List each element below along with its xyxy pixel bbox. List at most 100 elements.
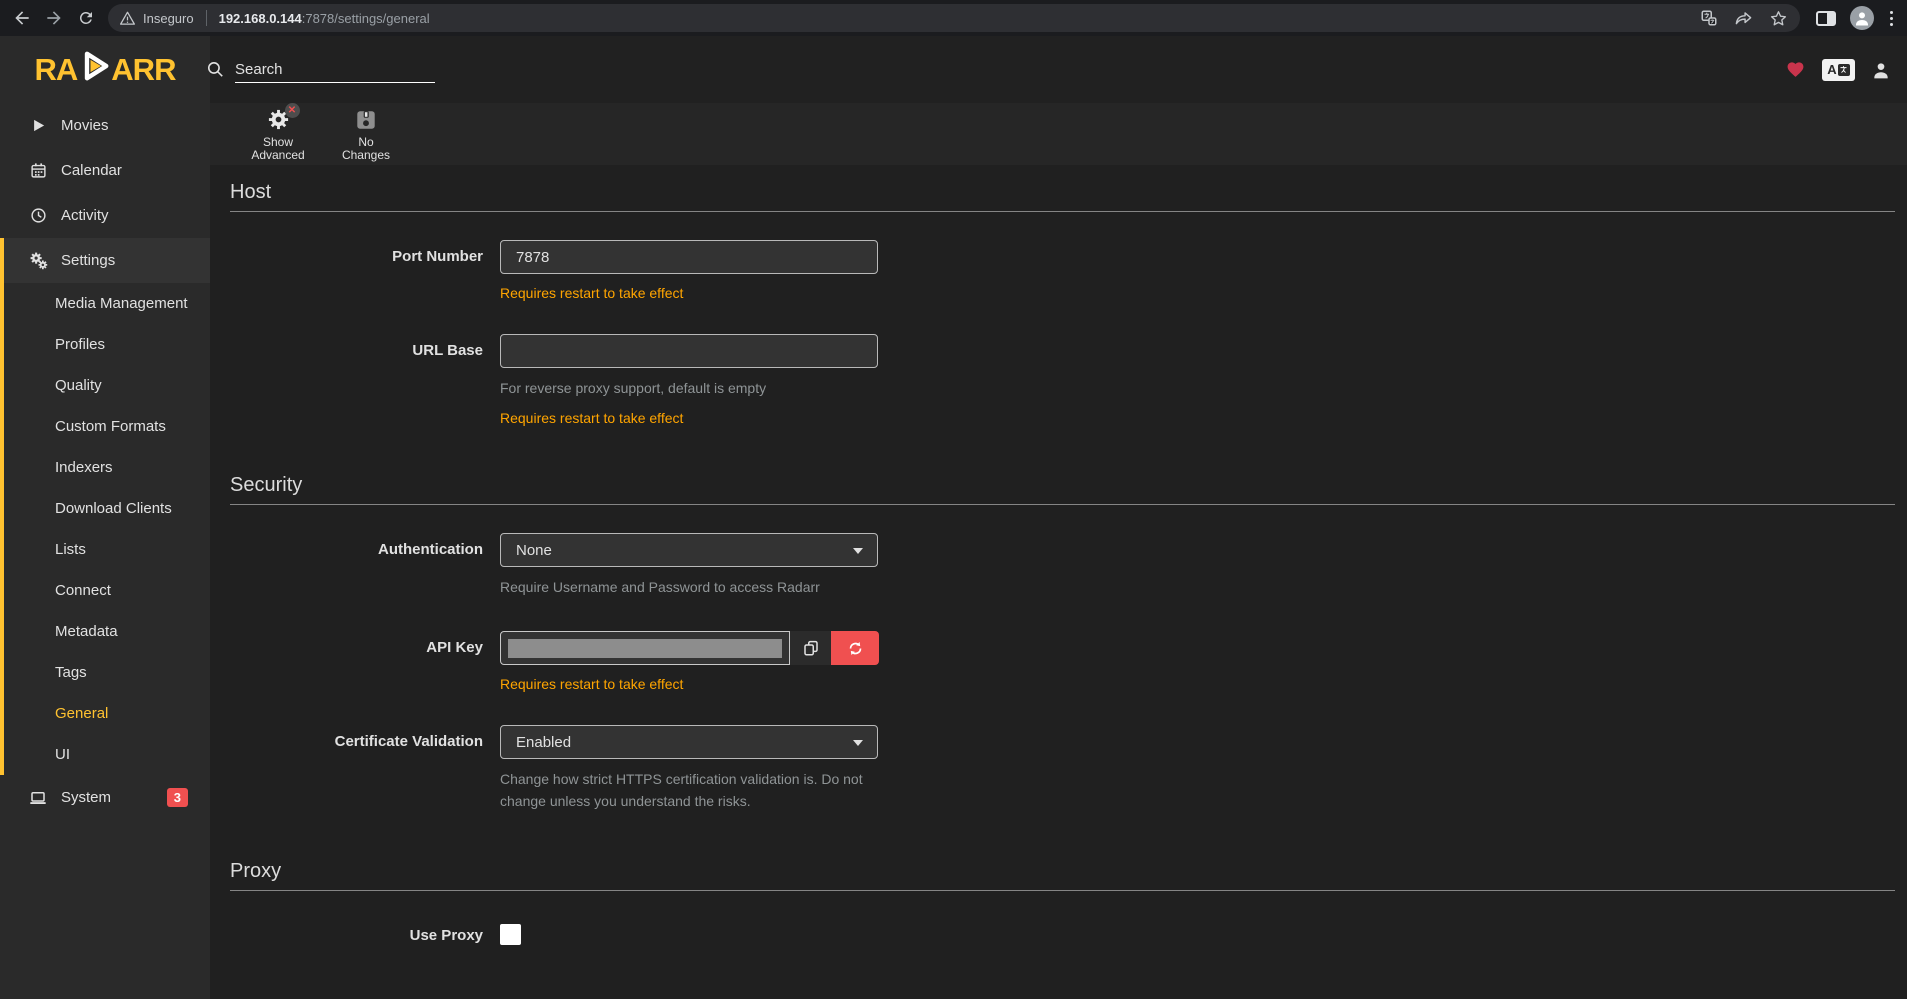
sidebar-item-general[interactable]: General <box>4 693 210 734</box>
sidebar-item-quality[interactable]: Quality <box>4 365 210 406</box>
gears-icon <box>28 251 48 270</box>
sidebar-item-media-management[interactable]: Media Management <box>4 283 210 324</box>
user-icon[interactable] <box>1871 60 1891 80</box>
settings-general-page: Host Port Number Requires restart to tak… <box>210 165 1907 999</box>
logo-text-right: ARR <box>111 52 175 88</box>
bookmark-star-icon[interactable] <box>1769 9 1788 28</box>
browser-menu-icon[interactable] <box>1888 9 1895 28</box>
sidebar-item-label: System <box>61 789 111 806</box>
sidebar-item-indexers[interactable]: Indexers <box>4 447 210 488</box>
url-base-label: URL Base <box>230 334 483 359</box>
profile-avatar[interactable] <box>1850 6 1874 30</box>
authentication-select[interactable]: None <box>500 533 878 567</box>
browser-actions <box>1810 6 1901 30</box>
sidebar-item-download-clients[interactable]: Download Clients <box>4 488 210 529</box>
certificate-validation-row: Certificate Validation Enabled Change ho… <box>230 725 1895 812</box>
browser-toolbar: Inseguro 192.168.0.144:7878/settings/gen… <box>0 0 1907 36</box>
person-icon <box>1853 9 1871 27</box>
url-host: 192.168.0.144 <box>219 11 302 26</box>
chevron-down-icon <box>853 740 863 746</box>
clock-icon <box>28 207 48 224</box>
sidebar-item-system[interactable]: System 3 <box>0 775 210 820</box>
donate-heart-icon[interactable] <box>1785 60 1806 79</box>
certificate-validation-helper: Change how strict HTTPS certification va… <box>500 768 878 812</box>
system-health-badge: 3 <box>167 788 188 807</box>
sidebar-item-label: Movies <box>61 117 109 134</box>
sidebar-item-lists[interactable]: Lists <box>4 529 210 570</box>
sidebar: Movies Calendar Activity <box>0 103 210 999</box>
security-section: Security Authentication None Require Use… <box>230 474 1895 812</box>
show-advanced-label-2: Advanced <box>251 149 304 162</box>
logo-text-left: RA <box>35 52 78 88</box>
section-title-security: Security <box>230 474 1895 505</box>
browser-forward-button[interactable] <box>38 2 70 34</box>
authentication-helper: Require Username and Password to access … <box>500 576 878 598</box>
address-bar[interactable]: Inseguro 192.168.0.144:7878/settings/gen… <box>108 4 1800 32</box>
refresh-icon <box>847 640 864 657</box>
copy-api-key-button[interactable] <box>790 631 831 665</box>
sidebar-item-ui[interactable]: UI <box>4 734 210 775</box>
use-proxy-checkbox[interactable] <box>500 924 521 945</box>
save-floppy-icon <box>355 109 377 131</box>
port-number-label: Port Number <box>230 240 483 265</box>
authentication-row: Authentication None Require Username and… <box>230 533 1895 598</box>
reload-icon <box>77 9 95 27</box>
sidebar-item-tags[interactable]: Tags <box>4 652 210 693</box>
calendar-icon <box>28 162 48 179</box>
sidebar-item-label: Calendar <box>61 162 122 179</box>
play-icon <box>28 118 48 133</box>
url-path: :7878/settings/general <box>302 11 430 26</box>
advanced-off-badge: ✕ <box>285 103 300 118</box>
section-title-proxy: Proxy <box>230 860 1895 891</box>
use-proxy-label: Use Proxy <box>230 919 483 944</box>
save-changes-button[interactable]: No Changes <box>328 105 404 163</box>
port-restart-warning: Requires restart to take effect <box>500 285 878 301</box>
api-key-label: API Key <box>230 631 483 656</box>
no-changes-label-2: Changes <box>342 149 390 162</box>
chevron-down-icon <box>853 548 863 554</box>
back-arrow-icon <box>12 8 32 28</box>
side-panel-icon[interactable] <box>1816 11 1836 26</box>
address-separator <box>206 10 207 26</box>
copy-icon <box>802 639 820 657</box>
url-base-helper: For reverse proxy support, default is em… <box>500 377 878 399</box>
url-base-restart-warning: Requires restart to take effect <box>500 410 878 426</box>
port-number-input[interactable] <box>500 240 878 274</box>
show-advanced-button[interactable]: ✕ Show Advanced <box>240 105 316 163</box>
sidebar-item-activity[interactable]: Activity <box>0 193 210 238</box>
sidebar-item-profiles[interactable]: Profiles <box>4 324 210 365</box>
no-changes-label-1: No <box>358 136 373 149</box>
radarr-logo[interactable]: RA ARR <box>0 36 210 103</box>
port-number-row: Port Number Requires restart to take eff… <box>230 240 1895 301</box>
api-key-redacted-value <box>508 639 782 658</box>
regenerate-api-key-button[interactable] <box>831 631 879 665</box>
browser-back-button[interactable] <box>6 2 38 34</box>
section-title-host: Host <box>230 181 1895 212</box>
authentication-value: None <box>516 542 552 559</box>
sidebar-item-settings[interactable]: Settings <box>4 238 210 283</box>
app-header: RA ARR A <box>0 36 1907 103</box>
sidebar-item-label: Settings <box>61 252 115 269</box>
host-section: Host Port Number Requires restart to tak… <box>230 181 1895 426</box>
sidebar-item-custom-formats[interactable]: Custom Formats <box>4 406 210 447</box>
api-key-restart-warning: Requires restart to take effect <box>500 676 878 692</box>
api-key-input[interactable] <box>500 631 790 665</box>
sidebar-item-movies[interactable]: Movies <box>0 103 210 148</box>
sidebar-item-calendar[interactable]: Calendar <box>0 148 210 193</box>
logo-play-icon <box>73 45 115 95</box>
certificate-validation-select[interactable]: Enabled <box>500 725 878 759</box>
share-icon[interactable] <box>1734 9 1753 28</box>
url-base-input[interactable] <box>500 334 878 368</box>
page-toolbar: ✕ Show Advanced No Changes <box>210 103 1907 165</box>
settings-group: Settings Media Management Profiles Quali… <box>0 238 210 775</box>
sidebar-item-connect[interactable]: Connect <box>4 570 210 611</box>
laptop-icon <box>28 789 48 807</box>
sidebar-item-metadata[interactable]: Metadata <box>4 611 210 652</box>
not-secure-warning-icon <box>120 11 135 26</box>
url-base-row: URL Base For reverse proxy support, defa… <box>230 334 1895 426</box>
translate-extension-icon[interactable]: A <box>1822 59 1855 81</box>
search-input[interactable] <box>235 57 435 83</box>
translate-page-icon[interactable] <box>1700 9 1718 27</box>
browser-reload-button[interactable] <box>70 2 102 34</box>
certificate-validation-value: Enabled <box>516 734 571 751</box>
